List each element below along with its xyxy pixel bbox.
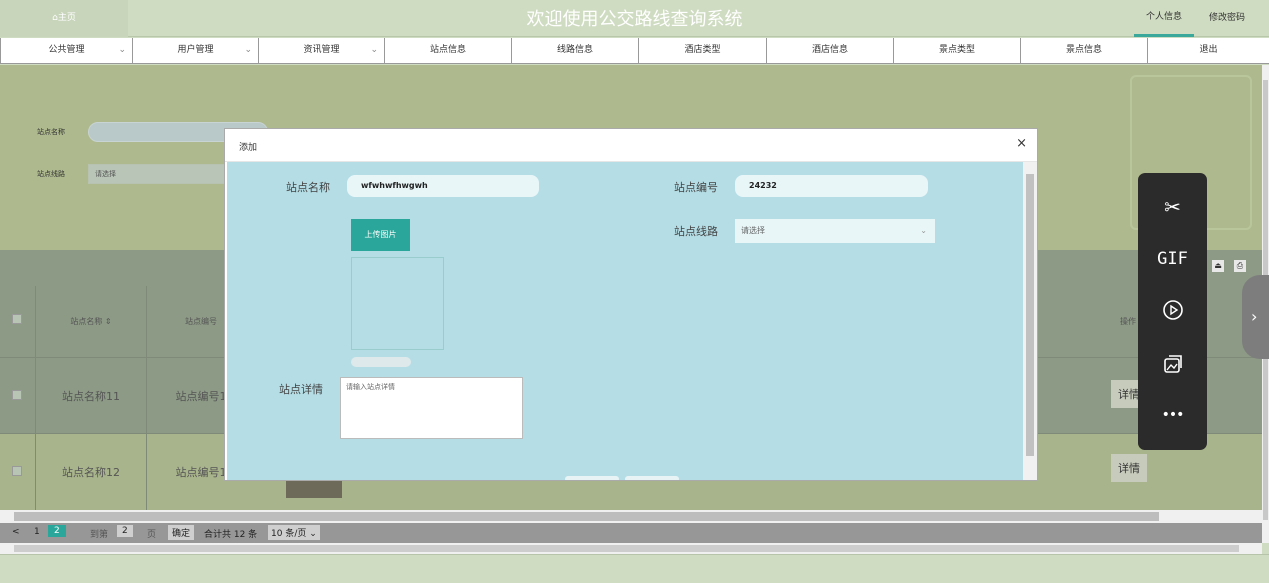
row-station-name: 站点名称11 [62,389,120,403]
nav-station-info[interactable]: 站点信息 [384,38,511,63]
nav-news-management[interactable]: 资讯管理 ⌄ [258,38,384,63]
record-icon[interactable] [1138,299,1207,324]
horizontal-scrollbar-2[interactable] [0,543,1262,554]
scroll-thumb[interactable] [14,545,1239,552]
nav-hotel-info[interactable]: 酒店信息 [766,38,893,63]
footer-bar [0,554,1269,583]
page-2-current[interactable]: 2 [48,525,66,537]
print-icon[interactable]: ⎙ [1234,260,1246,272]
search-route-select[interactable]: 请选择 [88,164,228,184]
expand-side-tab[interactable]: › [1242,275,1269,359]
station-name-input[interactable]: wfwhwfhwgwh [347,175,539,197]
select-all-checkbox[interactable] [12,314,22,324]
nav-label: 公共管理 [48,45,85,55]
search-name-label: 站点名称 [37,128,65,136]
station-name-label: 站点名称 [286,181,330,194]
column-divider [35,286,36,510]
station-thumbnail [286,478,342,498]
goto-page-input[interactable]: 2 [117,525,133,537]
nav-hotel-type[interactable]: 酒店类型 [638,38,766,63]
station-route-label: 站点线路 [674,225,718,238]
nav-scenic-type[interactable]: 景点类型 [893,38,1020,63]
dialog-scrollbar[interactable] [1023,162,1037,480]
scissors-icon[interactable]: ✂ [1138,195,1207,219]
scroll-thumb[interactable] [1026,174,1034,456]
capture-toolbar: ✂ GIF ••• [1138,173,1207,450]
nav-label: 用户管理 [177,45,214,55]
page-size-select[interactable]: 10 条/页 ⌄ [268,525,320,540]
header-station-name[interactable]: 站点名称 ⇕ [36,286,146,357]
change-password-link[interactable]: 修改密码 [1209,0,1245,37]
pagination: < 1 2 到第 2 页 确定 合计共 12 条 10 条/页 ⌄ [0,523,1262,543]
cancel-button[interactable] [625,476,679,480]
prev-page-button[interactable]: < [12,527,20,537]
more-icon[interactable]: ••• [1138,407,1207,423]
horizontal-scrollbar[interactable] [0,510,1262,523]
nav-scenic-info[interactable]: 景点信息 [1020,38,1147,63]
submit-button[interactable] [565,476,619,480]
nav-route-info[interactable]: 线路信息 [511,38,638,63]
nav-logout[interactable]: 退出 [1147,38,1269,63]
page-1-link[interactable]: 1 [34,527,40,537]
station-route-select[interactable]: 请选择 ⌄ [735,219,935,243]
station-code-input[interactable]: 24232 [735,175,928,197]
route-placeholder: 请选择 [741,226,765,235]
main-nav: 公共管理 ⌄ 用户管理 ⌄ 资讯管理 ⌄ 站点信息 线路信息 酒店类型 酒店信息 景点… [0,38,1269,64]
chevron-right-icon: › [1251,307,1258,326]
export-icon[interactable]: ⏏ [1212,260,1224,272]
nav-public-management[interactable]: 公共管理 ⌄ [0,38,132,63]
confirm-button[interactable]: 确定 [168,525,195,540]
image-progress-bar [351,357,411,367]
scroll-thumb[interactable] [14,512,1159,521]
add-dialog: 添加 × 站点名称 wfwhwfhwgwh 站点编号 24232 上传图片 站点… [224,128,1038,481]
row-checkbox[interactable] [12,466,22,476]
gallery-icon[interactable] [1138,353,1207,378]
row-checkbox[interactable] [12,390,22,400]
detail-button[interactable]: 详情 [1111,454,1147,482]
image-upload-preview [351,257,444,350]
station-detail-textarea[interactable]: 请输入站点详情 [340,377,523,439]
chevron-down-icon: ⌄ [118,45,126,55]
station-detail-label: 站点详情 [279,383,323,396]
system-title: 欢迎使用公交路线查询系统 [526,9,743,30]
close-icon[interactable]: × [1016,136,1027,151]
search-route-label: 站点线路 [37,170,65,178]
top-bar: ⌂主页 欢迎使用公交路线查询系统 个人信息 修改密码 [0,0,1269,37]
chevron-down-icon: ⌄ [920,226,927,235]
profile-link[interactable]: 个人信息 [1134,0,1195,37]
row-station-name: 站点名称12 [62,466,120,479]
station-code-label: 站点编号 [674,181,718,194]
upload-image-button[interactable]: 上传图片 [351,219,410,251]
page-unit-label: 页 [147,530,157,540]
total-count: 合计共 12 条 [204,530,258,540]
dialog-header: 添加 × [225,129,1037,162]
gif-icon[interactable]: GIF [1138,249,1207,269]
nav-label: 资讯管理 [303,45,340,55]
dialog-body: 站点名称 wfwhwfhwgwh 站点编号 24232 上传图片 站点线路 请选… [227,162,1025,480]
chevron-down-icon: ⌄ [244,45,252,55]
goto-label: 到第 [90,530,109,540]
column-divider [146,286,147,510]
nav-user-management[interactable]: 用户管理 ⌄ [132,38,258,63]
chevron-down-icon: ⌄ [370,45,378,55]
dialog-title: 添加 [239,143,258,153]
